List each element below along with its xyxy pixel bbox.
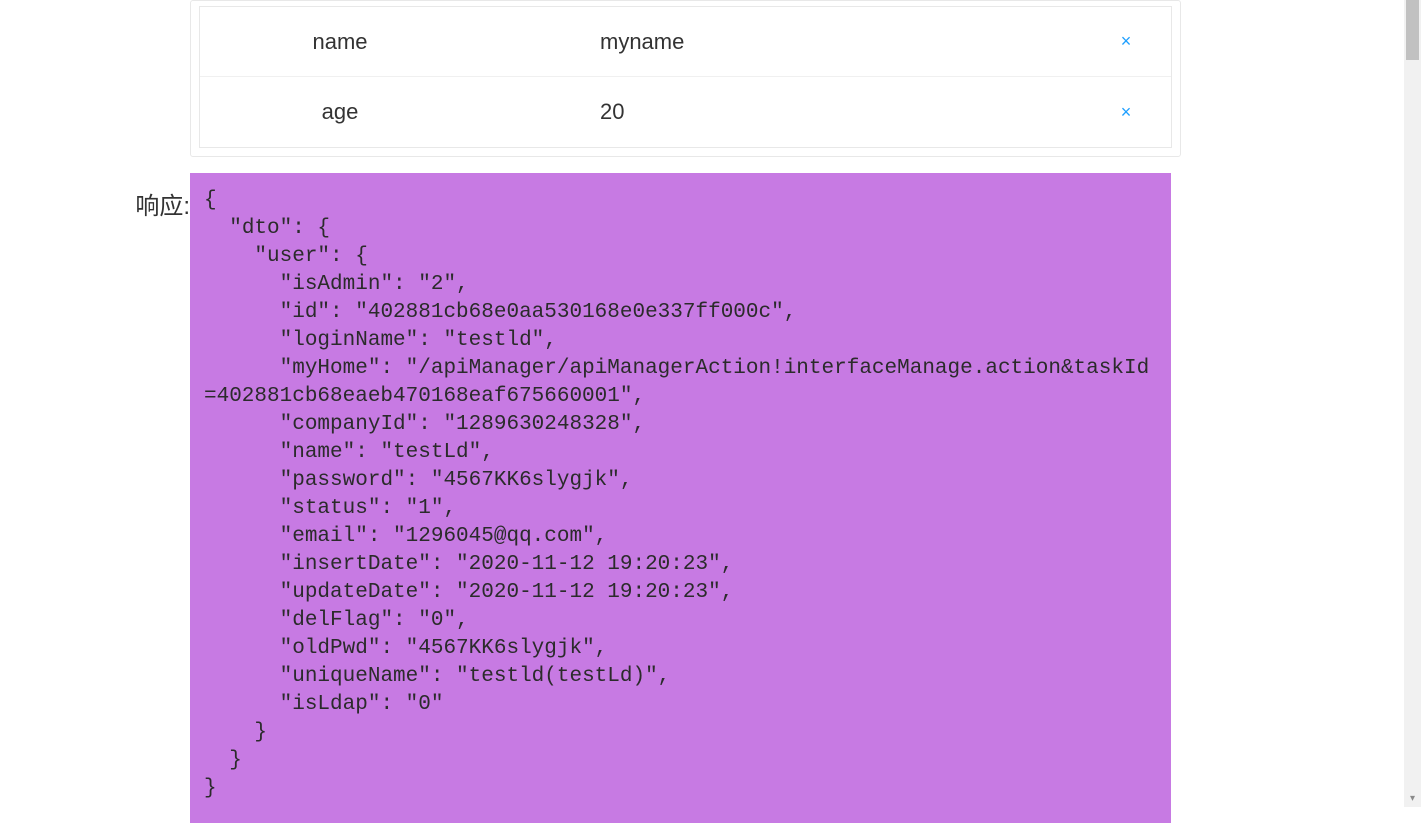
scrollbar-track[interactable]: ▾	[1404, 0, 1421, 807]
param-key-cell[interactable]: name	[200, 29, 480, 55]
delete-row-button[interactable]: ×	[1081, 102, 1171, 123]
scroll-down-button[interactable]: ▾	[1404, 790, 1421, 807]
close-icon: ×	[1121, 31, 1132, 51]
response-section: 响应: { "dto": { "user": { "isAdmin": "2",…	[110, 173, 1191, 823]
params-table: name myname × age 20 ×	[199, 6, 1172, 148]
main-content: name myname × age 20 × 响应: { "dto": {	[0, 0, 1421, 823]
response-body[interactable]: { "dto": { "user": { "isAdmin": "2", "id…	[190, 173, 1171, 823]
param-value-cell[interactable]: myname	[480, 29, 1081, 55]
table-row: name myname ×	[200, 7, 1171, 77]
delete-row-button[interactable]: ×	[1081, 31, 1171, 52]
scrollbar-thumb[interactable]	[1406, 0, 1419, 60]
param-key-cell[interactable]: age	[200, 99, 480, 125]
chevron-down-icon: ▾	[1410, 793, 1415, 804]
page-root: name myname × age 20 × 响应: { "dto": {	[0, 0, 1421, 823]
close-icon: ×	[1121, 102, 1132, 122]
response-label: 响应:	[110, 173, 190, 823]
param-value-cell[interactable]: 20	[480, 99, 1081, 125]
params-container: name myname × age 20 ×	[190, 0, 1181, 157]
table-row: age 20 ×	[200, 77, 1171, 147]
